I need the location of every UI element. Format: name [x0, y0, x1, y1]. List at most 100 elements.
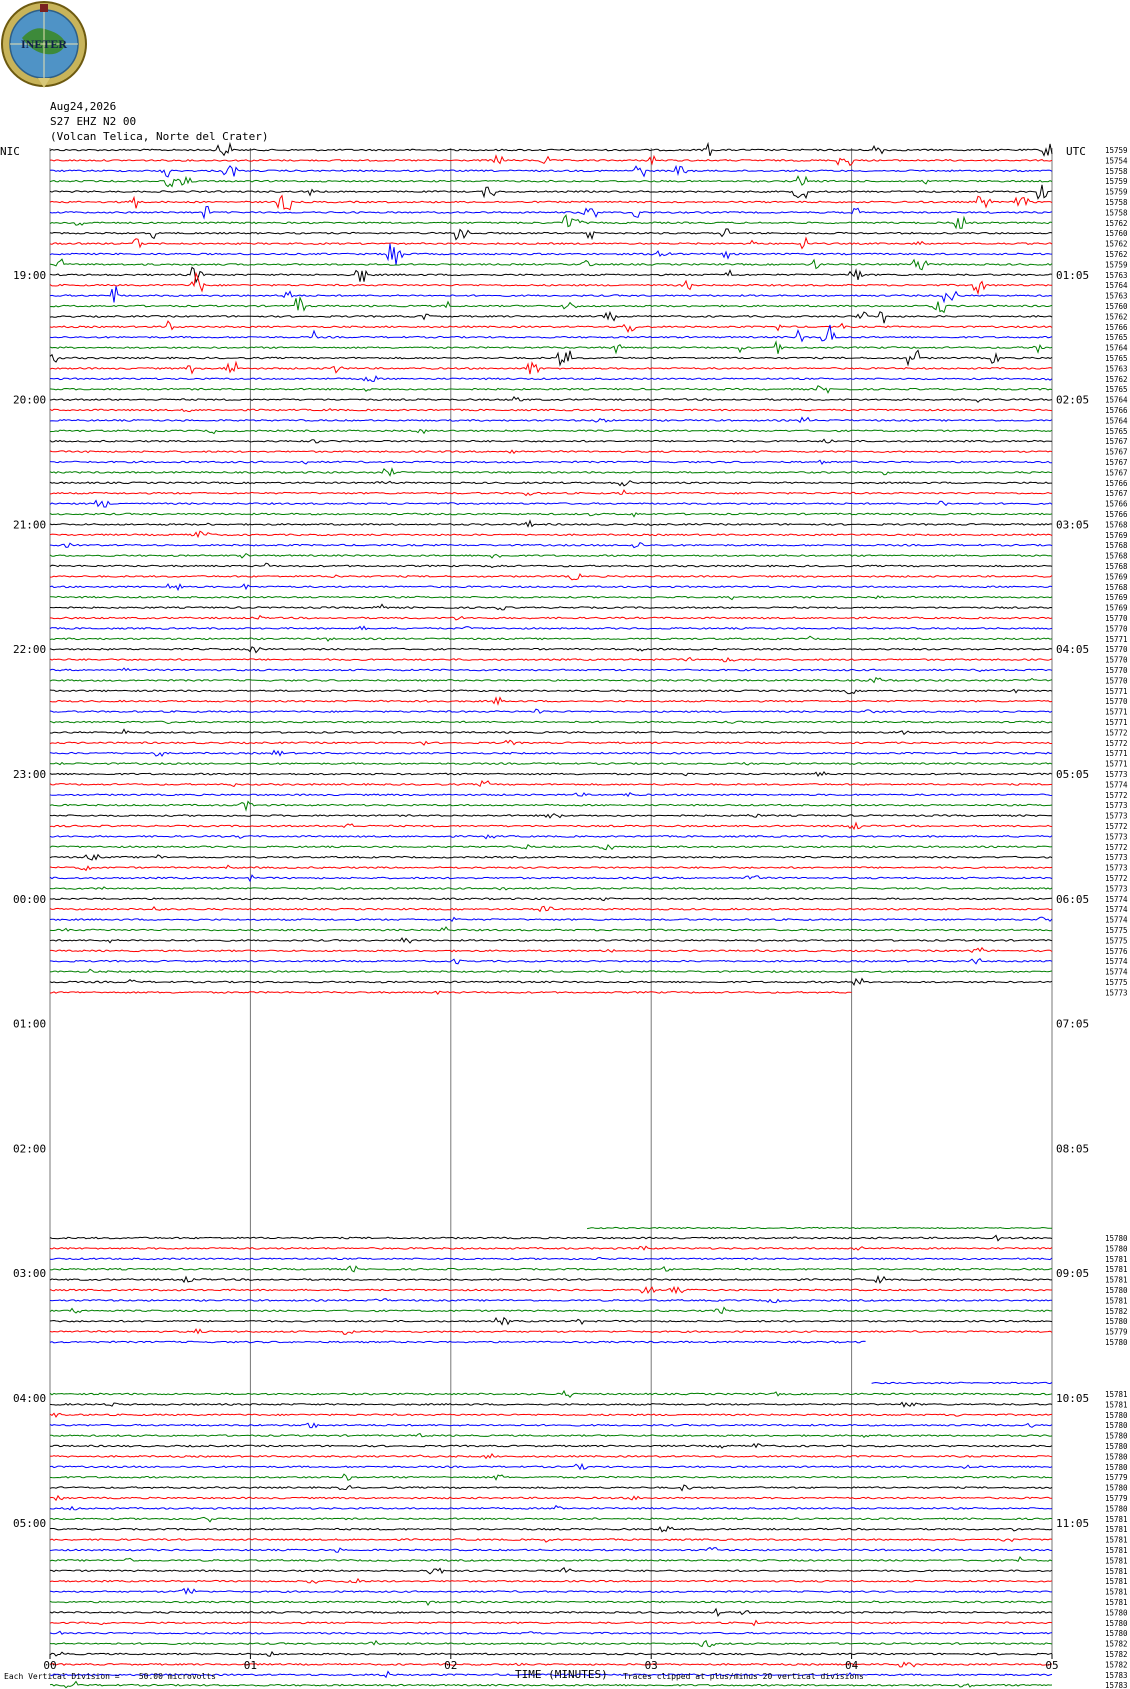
trace-value-label: 15775: [1105, 978, 1128, 987]
trace-value-label: 15767: [1105, 448, 1128, 457]
trace-line: [49, 761, 1053, 766]
trace-line: [49, 324, 1053, 343]
trace-value-label: 15771: [1105, 687, 1128, 696]
right-hour-label: 06:05: [1056, 893, 1089, 906]
time-gridlines: [49, 148, 1053, 1654]
trace-value-label: 15765: [1105, 385, 1128, 394]
trace-value-label: 15770: [1105, 645, 1128, 654]
trace-value-label: 15754: [1105, 156, 1128, 165]
trace-line: [49, 1340, 866, 1344]
trace-line: [49, 340, 1053, 355]
trace-value-label: 15774: [1105, 916, 1128, 925]
trace-value-label: 15783: [1105, 1671, 1128, 1680]
trace-value-label: 15779: [1105, 1328, 1128, 1337]
trace-line: [49, 926, 1053, 932]
trace-line: [49, 236, 1053, 250]
trace-line: [49, 438, 1053, 444]
right-hour-label: 01:05: [1056, 269, 1089, 282]
left-hour-label: 02:00: [13, 1142, 46, 1155]
trace-line: [49, 1619, 1053, 1627]
trace-value-label: 15780: [1105, 1629, 1128, 1638]
trace-line: [49, 614, 1053, 621]
trace-line: [49, 958, 1053, 965]
left-hour-label: 19:00: [13, 269, 46, 282]
trace-value-label: 15763: [1105, 292, 1128, 301]
left-axis-title: NIC: [0, 145, 20, 158]
trace-line: [49, 897, 1053, 902]
trace-line: [49, 1422, 1053, 1429]
trace-line: [49, 843, 1053, 851]
trace-value-label: 15771: [1105, 749, 1128, 758]
trace-value-label: 15773: [1105, 864, 1128, 873]
trace-value-label: 15780: [1105, 1244, 1128, 1253]
trace-line: [49, 407, 1053, 413]
trace-line: [49, 688, 1053, 695]
trace-line: [49, 489, 1053, 497]
trace-line: [49, 310, 1053, 324]
trace-value-label: 15770: [1105, 614, 1128, 623]
trace-value-label: 15773: [1105, 884, 1128, 893]
trace-value-label: 15763: [1105, 271, 1128, 280]
trace-line: [49, 1484, 1053, 1492]
trace-line: [49, 937, 1053, 944]
trace-line: [49, 552, 1053, 559]
trace-line: [49, 562, 1053, 569]
trace-line: [49, 1661, 1053, 1668]
trace-value-label: 15764: [1105, 396, 1128, 405]
trace-value-label: 15773: [1105, 770, 1128, 779]
right-hour-label: 04:05: [1056, 643, 1089, 656]
trace-line: [49, 853, 1053, 861]
trace-value-label: 15759: [1105, 188, 1128, 197]
trace-line: [871, 1381, 1053, 1385]
trace-value-label: 15779: [1105, 1494, 1128, 1503]
trace-value-label: 15780: [1105, 1619, 1128, 1628]
trace-value-label: 15766: [1105, 323, 1128, 332]
trace-line: [49, 286, 1053, 304]
trace-line: [49, 821, 1053, 831]
right-axis-title: UTC: [1066, 145, 1086, 158]
trace-line: [49, 800, 1053, 812]
trace-line: [49, 175, 1053, 188]
trace-line: [49, 1607, 1053, 1618]
trace-line: [49, 749, 1053, 757]
trace-value-label: 15782: [1105, 1307, 1128, 1316]
trace-line: [49, 194, 1053, 211]
trace-value-label: 15771: [1105, 635, 1128, 644]
trace-value-label: 15773: [1105, 853, 1128, 862]
trace-line: [49, 583, 1053, 592]
x-tick-label: 04: [845, 1659, 859, 1672]
trace-value-label: 15760: [1105, 229, 1128, 238]
right-hour-label: 10:05: [1056, 1392, 1089, 1405]
trace-value-label: 15781: [1105, 1598, 1128, 1607]
trace-line: [49, 1245, 1053, 1251]
trace-line: [49, 1412, 1053, 1418]
trace-line: [49, 864, 1053, 872]
trace-value-label: 15767: [1105, 437, 1128, 446]
trace-value-label: 15759: [1105, 146, 1128, 155]
clip-note: Traces clipped at plus/minus 20 vertical…: [623, 1672, 864, 1681]
trace-line: [49, 1265, 1053, 1273]
trace-line: [49, 1234, 1053, 1242]
trace-line: [49, 720, 1053, 725]
trace-value-label: 15775: [1105, 926, 1128, 935]
trace-value-label: 15773: [1105, 812, 1128, 821]
left-hour-label: 23:00: [13, 768, 46, 781]
trace-line: [49, 428, 1053, 435]
trace-value-label: 15769: [1105, 572, 1128, 581]
trace-line: [49, 1577, 1053, 1584]
trace-value-label: 15765: [1105, 333, 1128, 342]
right-hour-label: 03:05: [1056, 518, 1089, 531]
trace-line: [49, 530, 1053, 539]
trace-line: [49, 1298, 1052, 1304]
trace-line: [49, 886, 1053, 891]
trace-value-label: 15774: [1105, 780, 1128, 789]
trace-value-label: 15764: [1105, 281, 1128, 290]
trace-value-label: 15780: [1105, 1234, 1128, 1243]
trace-line: [49, 1538, 1053, 1543]
trace-line: [49, 228, 1053, 241]
trace-value-label: 15781: [1105, 1255, 1128, 1264]
trace-value-label: 15759: [1105, 260, 1128, 269]
trace-line: [49, 385, 1053, 394]
trace-line: [49, 541, 1053, 549]
trace-line: [49, 1546, 1053, 1553]
